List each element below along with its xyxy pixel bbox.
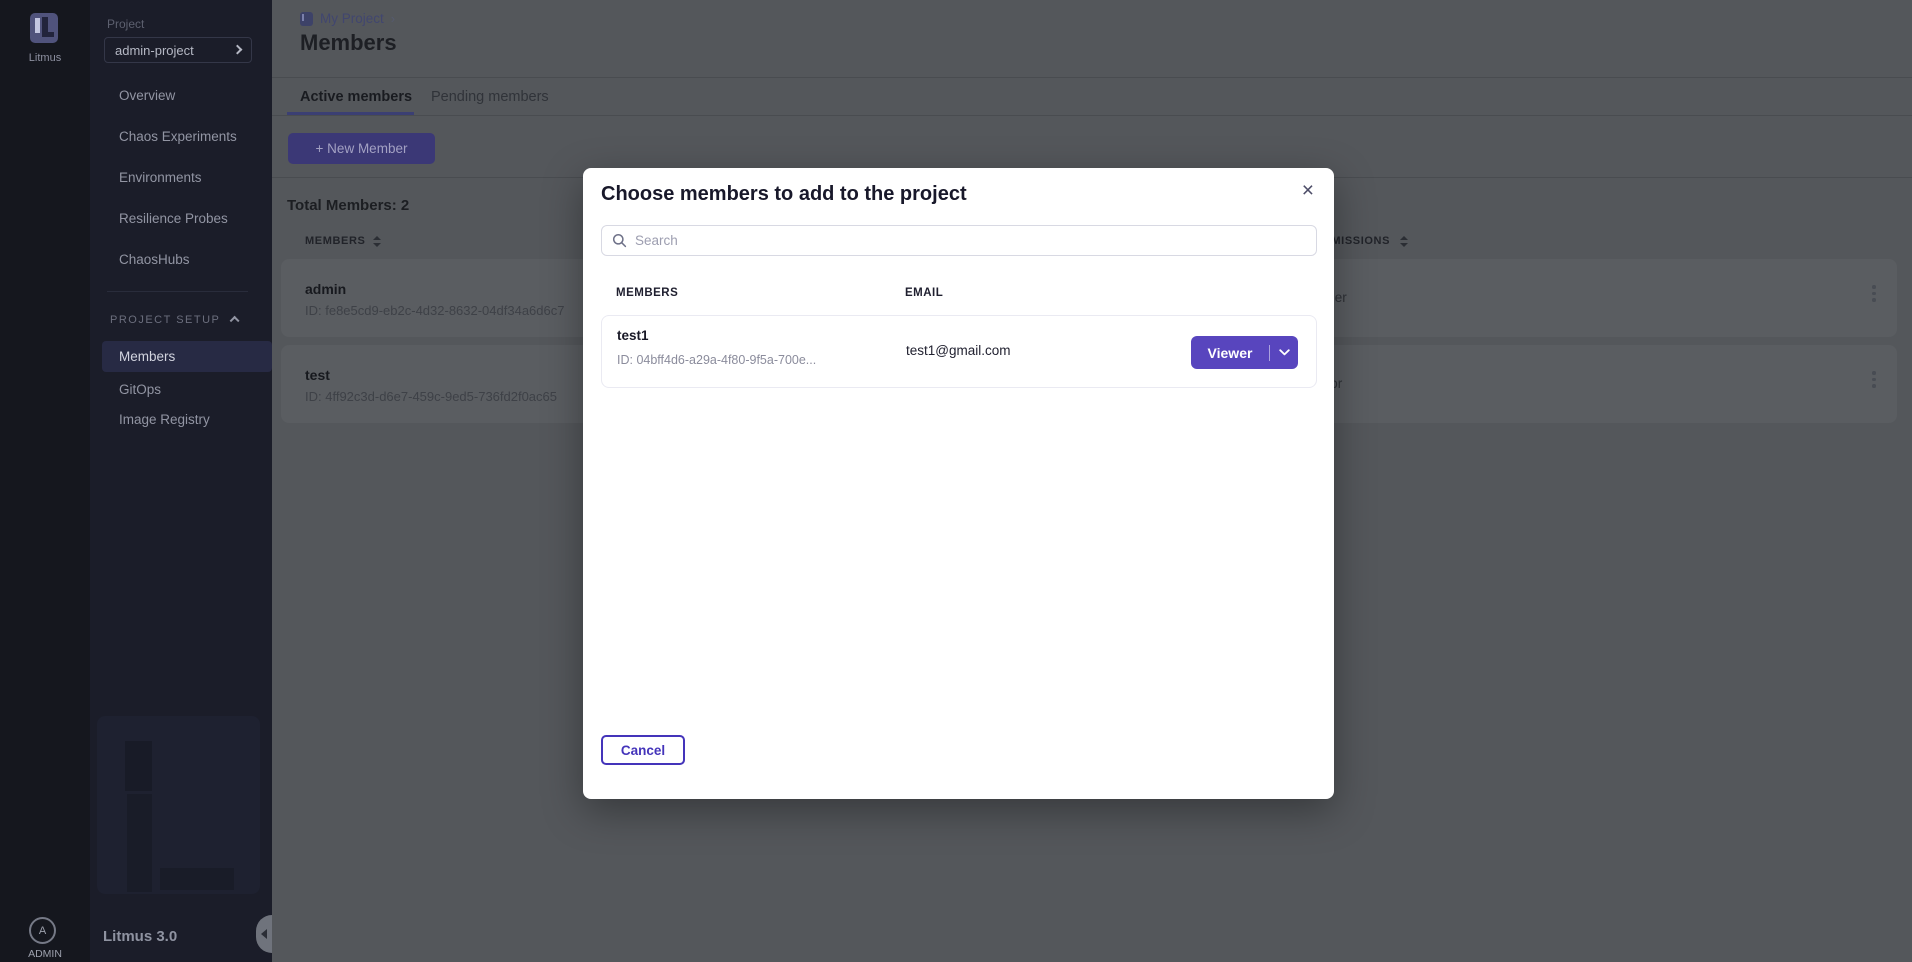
tab-pending-members[interactable]: Pending members [431,89,549,105]
project-name: admin-project [115,43,194,58]
version-label: Litmus 3.0 [103,928,177,945]
new-member-button[interactable]: + New Member [288,133,435,164]
breadcrumb[interactable]: My Project › [300,11,395,26]
search-icon [612,233,627,248]
sidebar-item-overview[interactable]: Overview [119,88,175,104]
sidebar-illustration [97,716,260,894]
tab-bar: Active members Pending members [272,77,1912,116]
modal-column-email: EMAIL [905,287,943,299]
chevron-up-icon[interactable] [230,316,240,326]
kebab-menu-icon[interactable] [1867,371,1881,397]
modal-member-row: test1 ID: 04bff4d6-a29a-4f80-9f5a-700e..… [601,315,1317,388]
breadcrumb-project-link[interactable]: My Project [320,11,384,26]
project-selector-label: Project [107,17,144,31]
chevron-right-icon [232,45,242,55]
modal-column-members: MEMBERS [616,287,678,299]
role-dropdown-toggle[interactable] [1270,349,1298,356]
member-name: test1 [617,328,649,343]
sidebar-item-gitops[interactable]: GitOps [119,382,161,398]
active-tab-underline [287,112,414,115]
member-name: test [305,367,330,383]
sidebar-divider [107,291,248,292]
search-box [601,225,1317,256]
sidebar-item-resilience-probes[interactable]: Resilience Probes [119,211,228,227]
app-screen: My Project › Members Active members Pend… [0,0,1912,962]
sidebar-item-image-registry[interactable]: Image Registry [119,412,210,428]
kebab-menu-icon[interactable] [1867,285,1881,311]
column-header-members: MEMBERS [305,235,365,247]
chevron-down-icon [1279,349,1290,356]
sidebar-item-chaoshubs[interactable]: ChaosHubs [119,252,190,268]
member-id: ID: 4ff92c3d-d6e7-459c-9ed5-736fd2f0ac65 [305,389,557,404]
sidebar-item-environments[interactable]: Environments [119,170,202,186]
chevron-right-icon: › [391,11,395,26]
left-rail: Litmus A ADMIN [0,0,90,962]
project-setup-section-label[interactable]: PROJECT SETUP [110,314,220,326]
sidebar-item-chaos-experiments[interactable]: Chaos Experiments [119,129,237,145]
tab-active-members[interactable]: Active members [300,89,412,105]
add-members-modal: Choose members to add to the project × M… [583,168,1334,799]
page-title: Members [300,30,397,56]
sort-icon[interactable] [1400,236,1408,248]
close-icon[interactable]: × [1302,177,1314,205]
sort-icon[interactable] [373,236,381,248]
sidebar-nav: Project admin-project Overview Chaos Exp… [90,0,272,962]
viewer-role-button[interactable]: Viewer [1191,336,1298,369]
total-members-count: Total Members: 2 [287,197,409,214]
triangle-left-icon [261,929,267,939]
sidebar-item-label: Members [119,349,175,364]
member-email: test1@gmail.com [906,343,1011,358]
sidebar-item-members[interactable]: Members [102,341,272,372]
search-input[interactable] [635,233,1306,248]
member-id: ID: fe8e5cd9-eb2c-4d32-8632-04df34a6d6c7 [305,303,564,318]
project-icon [300,12,313,26]
member-id: ID: 04bff4d6-a29a-4f80-9f5a-700e... [617,353,816,367]
litmus-logo-icon[interactable] [30,13,58,43]
role-label: Viewer [1191,345,1269,361]
project-selector[interactable]: admin-project [104,37,252,63]
cancel-button[interactable]: Cancel [601,735,685,765]
logo-label: Litmus [0,52,90,64]
user-avatar[interactable]: A [29,917,56,944]
user-label: ADMIN [0,948,90,960]
member-name: admin [305,281,346,297]
modal-title: Choose members to add to the project [601,183,967,206]
